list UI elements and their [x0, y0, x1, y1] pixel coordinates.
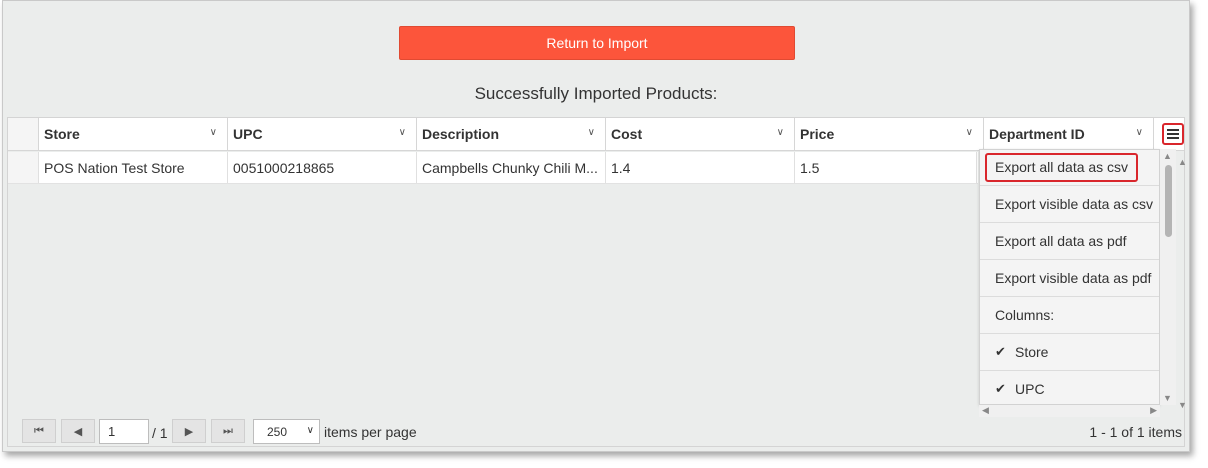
menu-item-export-all-pdf[interactable]: Export all data as pdf: [980, 223, 1159, 260]
column-header-cost[interactable]: Cost ∨: [606, 118, 795, 150]
checkmark-icon: ✔: [995, 344, 1006, 359]
first-page-icon: ⏮: [34, 424, 44, 437]
grid-menu-dropdown: Export all data as csv Export visible da…: [979, 149, 1160, 405]
column-header-price[interactable]: Price ∨: [795, 118, 984, 150]
column-header-department-id[interactable]: Department ID ∨: [984, 118, 1154, 150]
cell-upc: 0051000218865: [228, 152, 417, 183]
last-page-button[interactable]: ⏭: [211, 419, 245, 443]
menu-item-export-visible-pdf[interactable]: Export visible data as pdf: [980, 260, 1159, 297]
grid-header: Store ∨ UPC ∨ Description ∨ Cost ∨ Price…: [8, 118, 1184, 151]
cell-price: 1.5: [795, 152, 977, 183]
menu-item-label: Export all data as csv: [985, 153, 1139, 182]
last-page-icon: ⏭: [223, 424, 233, 437]
cell-description: Campbells Chunky Chili M...: [417, 152, 606, 183]
chevron-down-icon[interactable]: ∨: [399, 127, 406, 138]
row-selector-header[interactable]: [8, 118, 39, 150]
column-label: Description: [422, 126, 500, 142]
checkmark-icon: ✔: [995, 381, 1006, 396]
column-label: Department ID: [989, 126, 1085, 142]
column-label: Price: [800, 126, 835, 142]
column-header-upc[interactable]: UPC ∨: [228, 118, 417, 150]
grid-menu-button[interactable]: [1162, 123, 1184, 145]
chevron-down-icon[interactable]: ∨: [777, 127, 784, 138]
chevron-down-icon[interactable]: ∨: [210, 127, 217, 138]
app-window: Return to Import Successfully Imported P…: [2, 0, 1190, 452]
chevron-down-icon[interactable]: ∨: [588, 127, 595, 138]
menu-item-export-all-csv[interactable]: Export all data as csv: [980, 150, 1159, 186]
menu-item-toggle-upc[interactable]: ✔ UPC: [980, 371, 1159, 404]
grid-scroll-up-arrow-icon[interactable]: ▲: [1178, 157, 1187, 167]
scroll-up-arrow-icon[interactable]: ▲: [1163, 151, 1172, 161]
grid-scroll-down-arrow-icon[interactable]: ▼: [1178, 400, 1187, 410]
scroll-left-arrow-icon[interactable]: ◀: [982, 405, 989, 416]
column-label: Store: [44, 126, 80, 142]
page-size-value: 250: [267, 424, 288, 439]
cell-store: POS Nation Test Store: [39, 152, 228, 183]
column-label: Cost: [611, 126, 643, 142]
previous-page-icon: ◀: [73, 425, 83, 438]
column-header-store[interactable]: Store ∨: [39, 118, 228, 150]
scrollbar-thumb[interactable]: [1165, 165, 1172, 237]
menu-item-label: UPC: [1015, 381, 1045, 397]
return-to-import-button[interactable]: Return to Import: [399, 26, 795, 60]
chevron-down-icon[interactable]: ∨: [966, 127, 973, 138]
chevron-down-icon[interactable]: ∨: [1136, 127, 1143, 138]
page-number-input[interactable]: [99, 419, 149, 444]
pagination-bar: ⏮ ◀ / 1 ▶ ⏭ 250 ∨ items per page 1 - 1 o…: [22, 419, 1182, 445]
items-count: 1 - 1 of 1 items: [1089, 424, 1182, 440]
first-page-button[interactable]: ⏮: [22, 419, 56, 443]
chevron-down-icon: ∨: [306, 425, 314, 436]
items-per-page-label: items per page: [324, 424, 417, 440]
scroll-right-arrow-icon[interactable]: ▶: [1150, 405, 1157, 416]
cell-cost: 1.4: [606, 152, 795, 183]
page-size-select[interactable]: 250 ∨: [253, 419, 320, 444]
menu-vertical-scrollbar[interactable]: ▲ ▼: [1160, 149, 1176, 405]
next-page-icon: ▶: [184, 425, 194, 438]
menu-item-columns-heading: Columns:: [980, 297, 1159, 334]
hamburger-menu-icon: [1167, 129, 1179, 139]
menu-item-export-visible-csv[interactable]: Export visible data as csv: [980, 186, 1159, 223]
scroll-down-arrow-icon[interactable]: ▼: [1163, 393, 1172, 403]
products-grid: Store ∨ UPC ∨ Description ∨ Cost ∨ Price…: [7, 117, 1187, 447]
previous-page-button[interactable]: ◀: [61, 419, 95, 443]
menu-horizontal-scrollbar[interactable]: ◀ ▶: [979, 405, 1160, 417]
page-total: / 1: [152, 425, 168, 441]
next-page-button[interactable]: ▶: [172, 419, 206, 443]
row-selector[interactable]: [8, 152, 39, 183]
menu-item-label: Store: [1015, 344, 1049, 360]
column-header-description[interactable]: Description ∨: [417, 118, 606, 150]
menu-item-toggle-store[interactable]: ✔ Store: [980, 334, 1159, 371]
page-title: Successfully Imported Products:: [474, 84, 718, 103]
table-row[interactable]: POS Nation Test Store 0051000218865 Camp…: [8, 152, 978, 184]
column-label: UPC: [233, 126, 263, 142]
